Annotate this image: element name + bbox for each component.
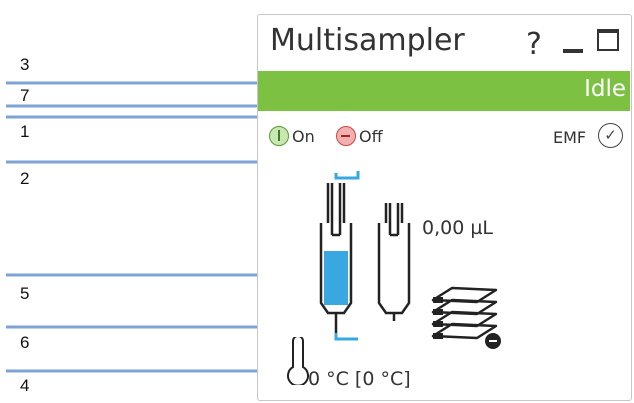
power-on-label: On bbox=[292, 127, 315, 146]
maximize-icon[interactable] bbox=[597, 29, 619, 51]
callout-number-7: 7 bbox=[20, 86, 30, 105]
power-off-icon[interactable] bbox=[336, 126, 356, 146]
power-off-label: Off bbox=[359, 127, 383, 146]
callout-number-5: 5 bbox=[20, 284, 30, 303]
panel-title: Multisampler bbox=[270, 23, 465, 58]
check-circle-icon[interactable]: ✓ bbox=[598, 123, 623, 148]
help-button[interactable]: ? bbox=[526, 27, 542, 62]
callout-number-6: 6 bbox=[20, 333, 30, 352]
callout-number-3: 3 bbox=[20, 55, 30, 74]
status-text: Idle bbox=[584, 76, 626, 102]
callout-line-1 bbox=[6, 115, 286, 124]
callout-number-1: 1 bbox=[20, 122, 30, 141]
volume-readout: 0,00 µL bbox=[422, 217, 494, 239]
callout-number-4: 4 bbox=[20, 376, 30, 395]
syringe-icon[interactable] bbox=[310, 163, 420, 343]
minimize-icon[interactable] bbox=[563, 37, 585, 53]
emf-label: EMF bbox=[553, 128, 587, 147]
temperature-readout: 0 °C [0 °C] bbox=[308, 368, 411, 390]
multisampler-panel: Multisampler ? Idle On Off EMF ✓ 0,00 µL… bbox=[257, 14, 632, 401]
sample-trays-icon[interactable] bbox=[430, 280, 505, 355]
callout-number-2: 2 bbox=[20, 169, 30, 188]
power-on-icon[interactable] bbox=[269, 126, 289, 146]
status-bar: Idle bbox=[258, 71, 630, 111]
